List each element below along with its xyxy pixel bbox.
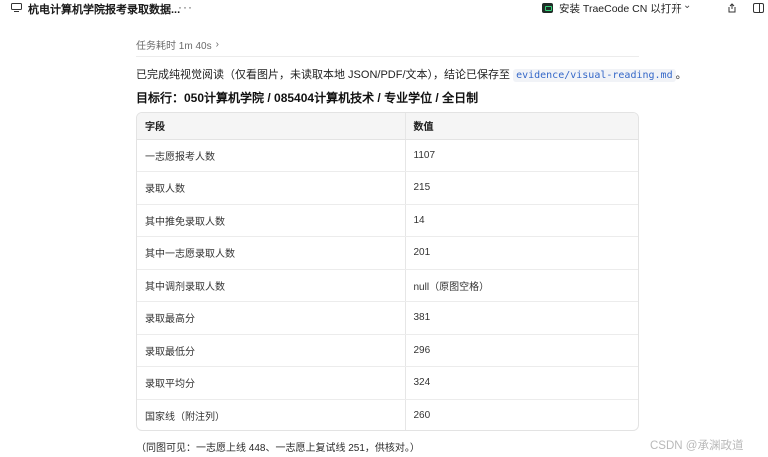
value-cell: null（原图空格） xyxy=(405,269,638,302)
divider xyxy=(136,56,639,57)
field-cell: 其中调剂录取人数 xyxy=(137,269,406,302)
value-cell: 215 xyxy=(405,171,638,205)
file-path-link[interactable]: evidence/visual-reading.md xyxy=(513,69,676,82)
field-cell: 其中一志愿录取人数 xyxy=(137,236,406,270)
task-duration-label: 任务耗时 1m 40s xyxy=(136,41,212,52)
table-row: 国家线（附注列） 260 xyxy=(137,399,638,430)
window-title: 杭电计算机学院报考录取数据... xyxy=(28,4,181,16)
table-row: 一志愿报考人数 1107 xyxy=(137,139,638,172)
install-button[interactable]: 安装 TraeCode CN 以打开 xyxy=(542,0,682,16)
table-row: 录取平均分 324 xyxy=(137,366,638,400)
value-cell: 201 xyxy=(405,236,638,270)
field-cell: 录取最低分 xyxy=(137,334,406,367)
traecode-logo-icon xyxy=(542,3,553,13)
toolbar-divider xyxy=(676,2,677,14)
target-row-heading: 目标行：050计算机学院 / 085404计算机技术 / 专业学位 / 全日制 xyxy=(136,91,479,105)
install-label: 安装 TraeCode CN 以打开 xyxy=(559,2,682,15)
table-row: 录取最低分 296 xyxy=(137,334,638,367)
intro-prefix: 已完成纯视觉阅读（仅看图片，未读取本地 JSON/PDF/文本），结论已保存至 xyxy=(136,69,514,81)
more-options-icon[interactable]: ··· xyxy=(178,0,193,14)
field-cell: 录取人数 xyxy=(137,171,406,205)
value-cell: 324 xyxy=(405,366,638,400)
value-cell: 14 xyxy=(405,204,638,237)
value-cell: 381 xyxy=(405,301,638,335)
column-header-field: 字段 xyxy=(137,113,406,140)
sidebar-toggle-icon[interactable] xyxy=(753,3,764,13)
watermark: CSDN @承渊政道 xyxy=(650,440,744,452)
share-icon[interactable] xyxy=(727,3,737,13)
table-row: 其中推免录取人数 14 xyxy=(137,204,638,237)
chevron-down-icon[interactable]: ⌄ xyxy=(683,0,691,11)
table-row: 其中调剂录取人数 null（原图空格） xyxy=(137,269,638,302)
field-cell: 录取平均分 xyxy=(137,366,406,400)
value-cell: 260 xyxy=(413,410,431,421)
field-cell: 录取最高分 xyxy=(137,301,406,335)
chevron-right-icon: › xyxy=(215,39,219,50)
data-table: 字段 数值 一志愿报考人数 1107 录取人数 215 其中推免录取人数 14 其中一… xyxy=(136,112,639,431)
footnote: （同图可见：一志愿上线 448、一志愿上复试线 251，供核对。） xyxy=(136,443,420,454)
table-header-row: 字段 数值 xyxy=(137,113,638,140)
result-paragraph: 已完成纯视觉阅读（仅看图片，未读取本地 JSON/PDF/文本），结论已保存至 … xyxy=(136,66,687,82)
monitor-icon xyxy=(11,3,22,12)
field-cell: 其中推免录取人数 xyxy=(137,204,406,237)
table-row: 录取最高分 381 xyxy=(137,301,638,335)
field-cell: 一志愿报考人数 xyxy=(137,139,406,172)
title-bar: 杭电计算机学院报考录取数据... ··· 安装 TraeCode CN 以打开 … xyxy=(0,0,768,16)
intro-suffix: 。 xyxy=(675,69,687,81)
value-cell: 1107 xyxy=(405,139,638,172)
task-duration[interactable]: 任务耗时 1m 40s › xyxy=(136,37,219,52)
field-cell: 国家线（附注列） xyxy=(137,399,406,430)
column-header-value: 数值 xyxy=(405,113,638,140)
value-cell: 296 xyxy=(405,334,638,367)
table-row: 其中一志愿录取人数 201 xyxy=(137,236,638,270)
table-row: 录取人数 215 xyxy=(137,171,638,205)
